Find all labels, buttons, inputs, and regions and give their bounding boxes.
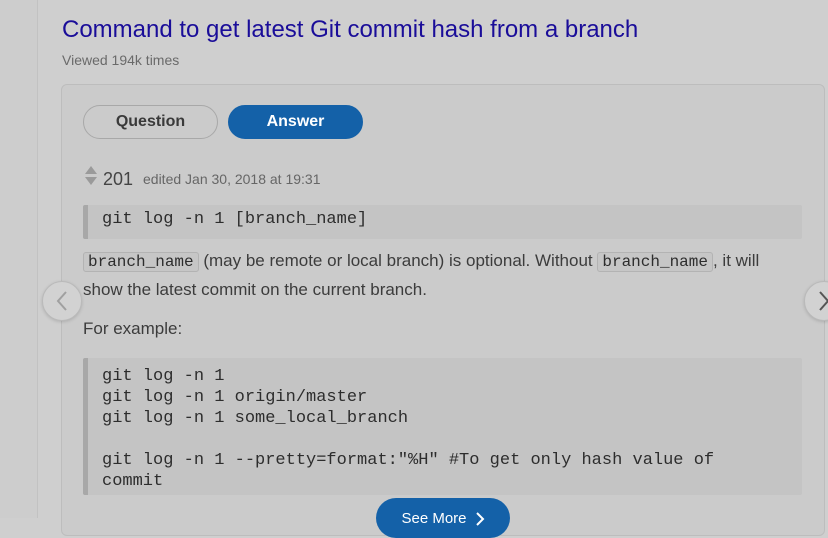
view-count: Viewed 194k times xyxy=(62,52,180,68)
see-more-button[interactable]: See More xyxy=(376,498,510,538)
tab-answer[interactable]: Answer xyxy=(228,105,363,139)
left-gutter xyxy=(0,0,38,518)
question-title[interactable]: Command to get latest Git commit hash fr… xyxy=(62,16,638,44)
code-block-main: git log -n 1 [branch_name] xyxy=(83,205,802,239)
answer-card: Question Answer 201 edited Jan 30, 2018 … xyxy=(61,84,825,538)
code-block-example: git log -n 1 git log -n 1 origin/master … xyxy=(83,358,802,495)
chevron-left-icon xyxy=(56,291,67,311)
tab-question[interactable]: Question xyxy=(83,105,218,139)
answer-paragraph: branch_name (may be remote or local bran… xyxy=(83,247,803,304)
top-strip xyxy=(60,0,828,4)
example-label: For example: xyxy=(83,319,183,338)
vote-arrows-icon[interactable] xyxy=(84,165,98,187)
chevron-right-icon xyxy=(475,512,484,526)
inline-code-branch-name: branch_name xyxy=(597,252,713,272)
edited-timestamp[interactable]: edited Jan 30, 2018 at 19:31 xyxy=(143,171,320,187)
chevron-right-icon xyxy=(819,291,828,311)
inline-code-branch-name: branch_name xyxy=(83,252,199,272)
answer-score: 201 xyxy=(103,169,134,189)
previous-button[interactable] xyxy=(42,281,82,321)
paragraph-text: (may be remote or local branch) is optio… xyxy=(198,251,598,270)
see-more-label: See More xyxy=(401,510,467,527)
